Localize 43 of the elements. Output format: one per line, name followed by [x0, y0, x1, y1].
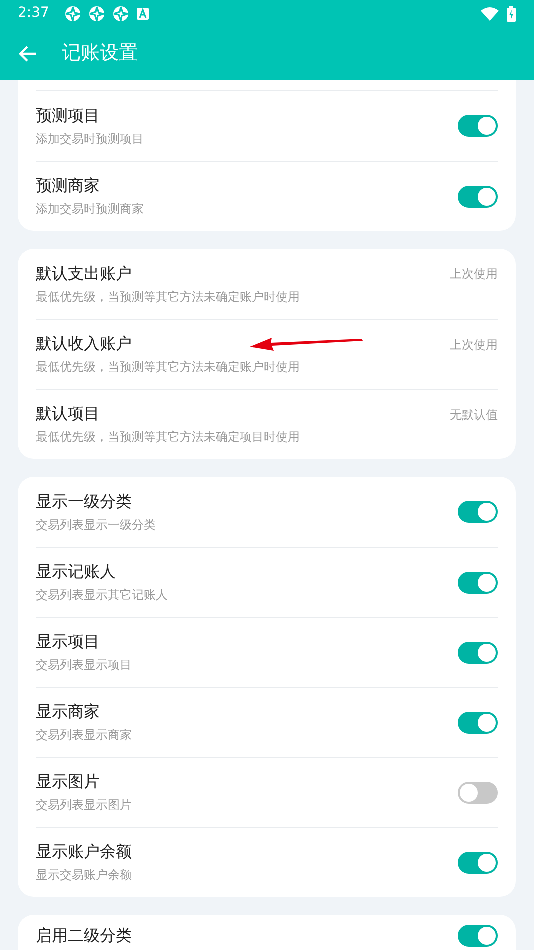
wifi-icon: [481, 6, 499, 20]
toggle-switch[interactable]: [458, 642, 498, 664]
setting-value[interactable]: 上次使用: [450, 265, 498, 283]
toggle-switch[interactable]: [458, 572, 498, 594]
setting-description: 添加交易时预测商家: [36, 201, 144, 218]
setting-description: 交易列表显示项目: [36, 657, 132, 674]
toggle-switch[interactable]: [458, 115, 498, 137]
setting-title: 显示一级分类: [36, 490, 132, 512]
setting-title: 默认支出账户: [36, 262, 132, 284]
notification-icon: [65, 6, 82, 22]
toggle-switch[interactable]: [458, 501, 498, 523]
setting-description: 最低优先级，当预测等其它方法未确定账户时使用: [36, 288, 300, 306]
page-title: 记账设置: [62, 41, 138, 66]
setting-title: 显示记账人: [36, 561, 116, 583]
setting-value[interactable]: 无默认值: [450, 406, 498, 424]
setting-title: 默认收入账户: [36, 333, 132, 355]
setting-value[interactable]: 上次使用: [450, 336, 498, 354]
setting-description: 交易列表显示商家: [36, 727, 132, 744]
setting-title: 显示图片: [36, 771, 100, 793]
notification-icon: [113, 6, 130, 22]
setting-title: 显示账户余额: [36, 841, 132, 863]
setting-description: 交易列表显示一级分类: [36, 516, 156, 534]
setting-title: 启用二级分类: [36, 925, 132, 947]
setting-title: 显示商家: [36, 701, 100, 723]
setting-description: 添加交易时预测项目: [36, 130, 144, 148]
setting-description: 交易列表显示其它记账人: [36, 587, 168, 604]
setting-title: 预测项目: [36, 104, 100, 126]
status-time: 2:37: [18, 4, 50, 23]
toggle-switch[interactable]: [458, 186, 498, 208]
setting-description: 显示交易账户余额: [36, 867, 132, 884]
battery-icon: [507, 6, 516, 22]
setting-description: 最低优先级，当预测等其它方法未确定账户时使用: [36, 359, 300, 376]
toggle-switch[interactable]: [458, 782, 498, 804]
setting-title: 默认项目: [36, 403, 100, 425]
notification-icon: [89, 6, 106, 22]
toggle-switch[interactable]: [458, 925, 498, 947]
toggle-switch[interactable]: [458, 712, 498, 734]
setting-description: 交易列表显示图片: [36, 797, 132, 814]
keyboard-icon: [137, 8, 150, 20]
setting-title: 显示项目: [36, 631, 100, 653]
setting-description: 最低优先级，当预测等其它方法未确定项目时使用: [36, 429, 300, 446]
toggle-switch[interactable]: [458, 852, 498, 874]
setting-title: 预测商家: [36, 175, 100, 197]
